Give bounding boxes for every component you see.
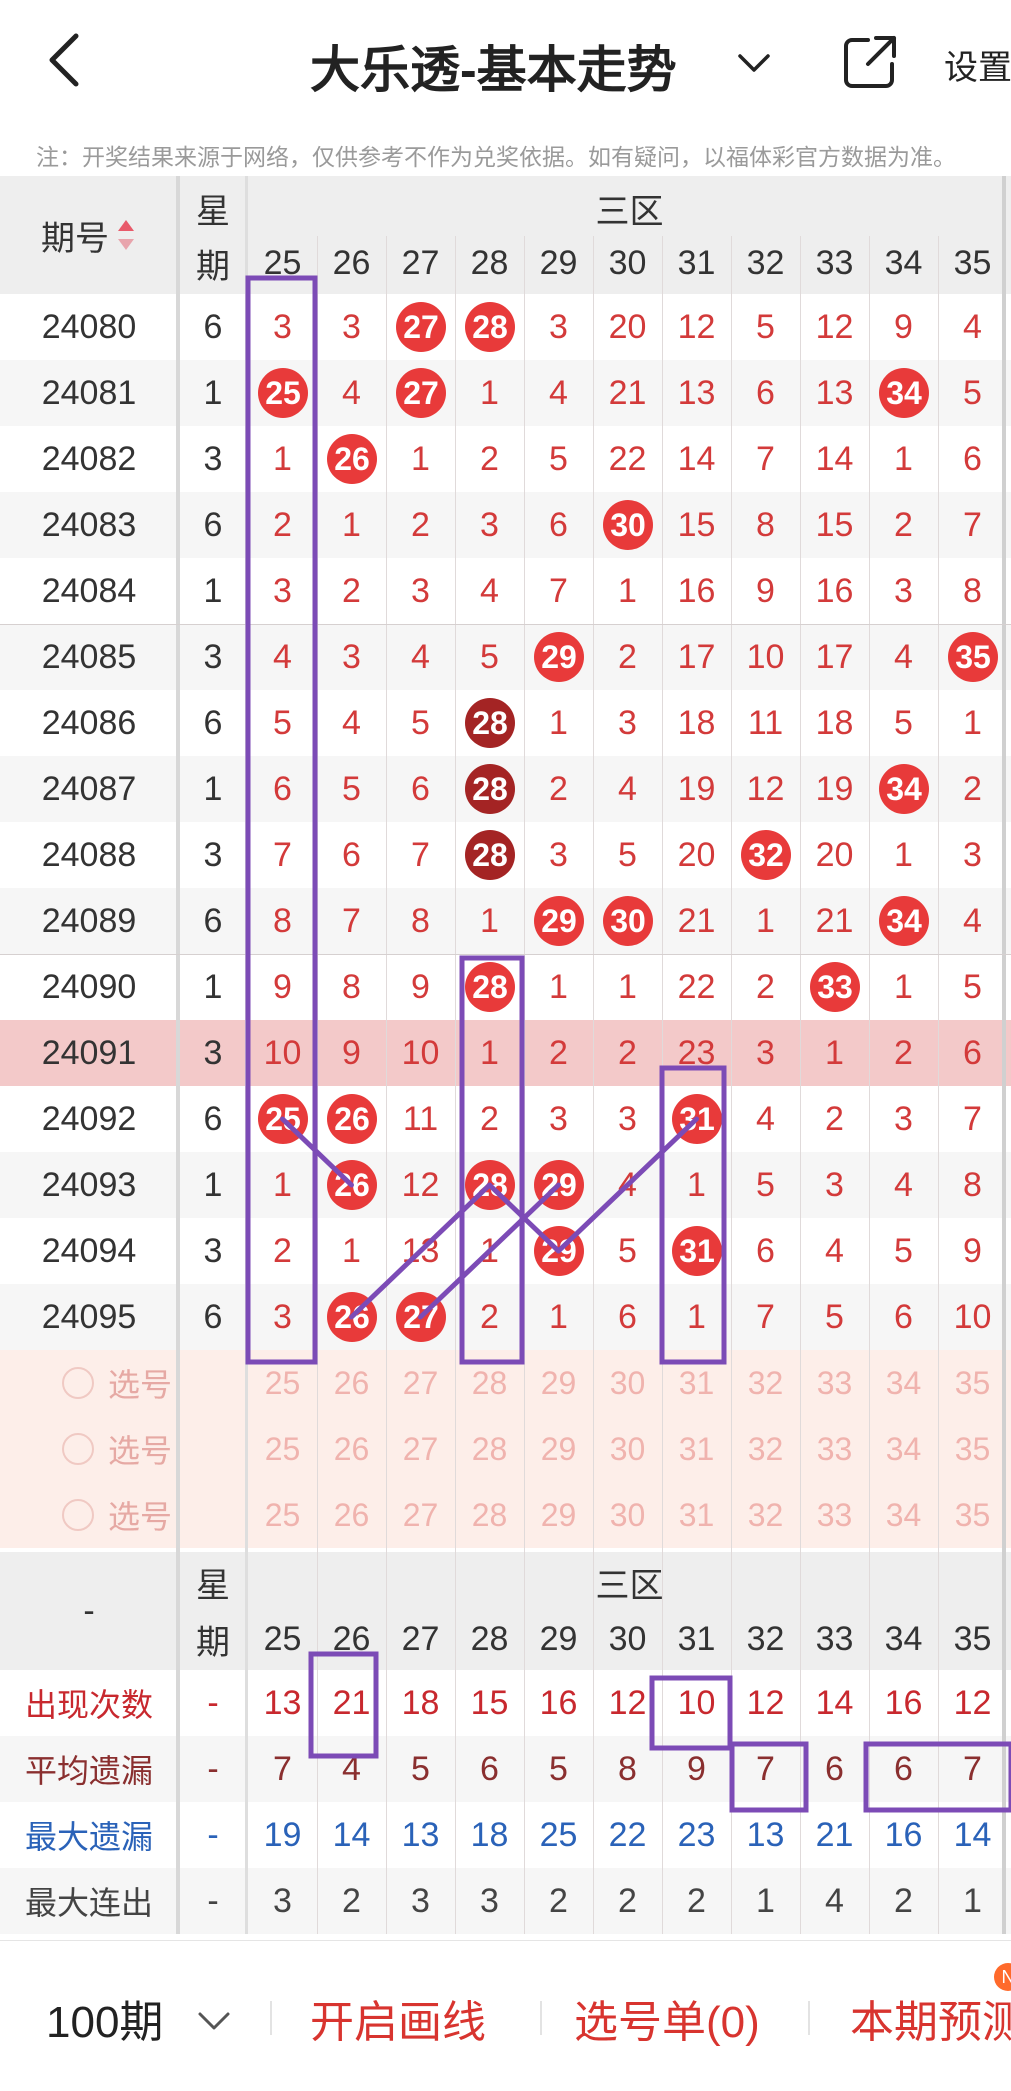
prediction-button[interactable]: 本期预测 <box>850 1986 1011 2046</box>
annotation-box <box>649 1675 733 1751</box>
annotation-box <box>659 1065 727 1365</box>
annotation-line <box>349 1182 492 1320</box>
annotation-box <box>459 955 525 1365</box>
chevron-down-icon[interactable] <box>196 2009 232 2033</box>
annotation-line <box>418 1182 561 1320</box>
draw-line-button[interactable]: 开启画线 <box>310 1986 486 2050</box>
divider <box>540 2001 542 2035</box>
annotation-box <box>863 1741 1011 1813</box>
annotation-box <box>308 1651 379 1759</box>
annotation-layer <box>245 275 1011 1813</box>
prediction-clip: 本期预测 <box>850 1986 1011 2046</box>
bottom-toolbar: 100期 开启画线 选号单(0) 本期预测 N <box>0 1940 1011 2091</box>
divider <box>808 2001 810 2035</box>
selection-list-button[interactable]: 选号单(0) <box>574 1986 760 2050</box>
period-selector[interactable]: 100期 <box>46 1986 163 2050</box>
annotation-box <box>729 1741 809 1813</box>
annotation-line <box>556 1116 699 1254</box>
annotation-box <box>245 275 318 1365</box>
divider <box>270 2001 272 2035</box>
